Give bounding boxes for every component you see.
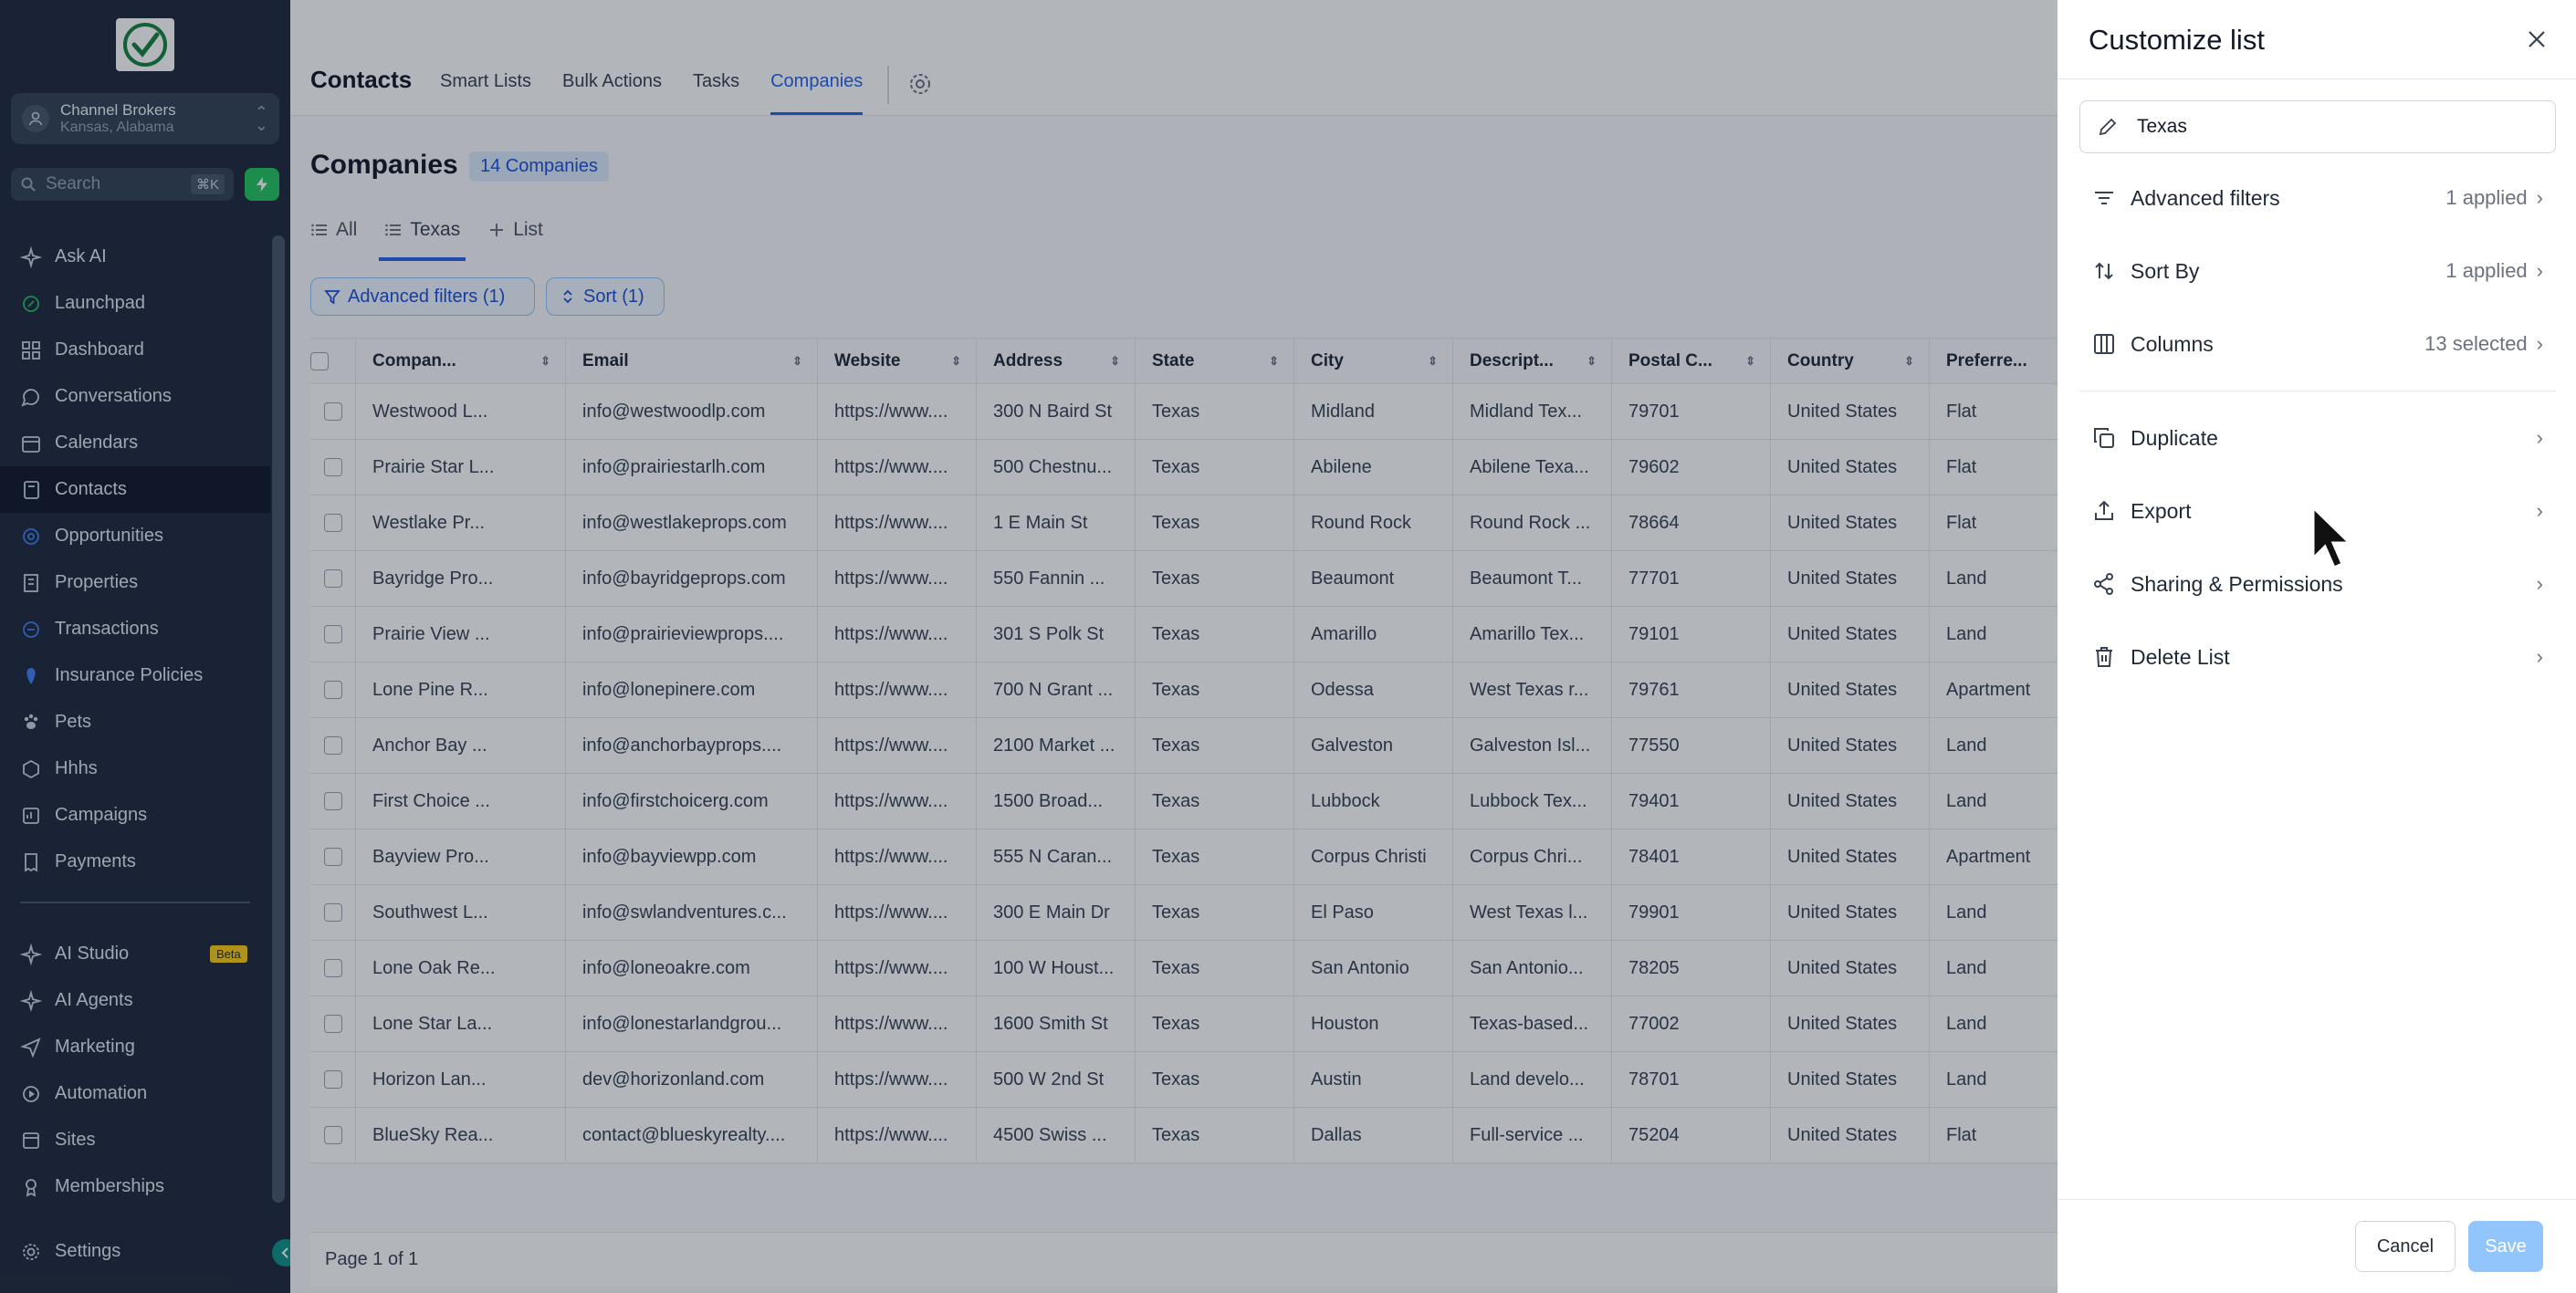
chevron-right-icon: › — [2536, 259, 2543, 282]
sort-arrows-icon — [2095, 262, 2113, 280]
chevron-right-icon: › — [2536, 332, 2543, 355]
chevron-right-icon: › — [2536, 426, 2543, 449]
customize-list-drawer: Customize list Texas Advanced filters 1 … — [2058, 0, 2576, 1293]
close-icon[interactable] — [2523, 26, 2550, 53]
columns-row[interactable]: Columns 13 selected › — [2079, 316, 2556, 372]
pencil-icon — [2099, 118, 2117, 136]
row-label: Columns — [2131, 331, 2214, 356]
row-label: Sharing & Permissions — [2131, 571, 2343, 596]
chevron-right-icon: › — [2536, 572, 2543, 595]
delete-list-row[interactable]: Delete List › — [2079, 629, 2556, 685]
trash-icon — [2096, 647, 2112, 667]
drawer-title: Customize list — [2089, 24, 2265, 56]
divider — [2058, 1199, 2576, 1200]
list-name-value: Texas — [2137, 116, 2187, 137]
export-icon — [2095, 500, 2113, 520]
row-label: Advanced filters — [2131, 185, 2280, 210]
mouse-cursor-icon — [2311, 504, 2353, 569]
columns-icon — [2094, 334, 2114, 354]
filter-lines-icon — [2095, 192, 2113, 204]
chevron-right-icon: › — [2536, 186, 2543, 209]
advanced-filters-row[interactable]: Advanced filters 1 applied › — [2079, 170, 2556, 226]
sort-by-row[interactable]: Sort By 1 applied › — [2079, 243, 2556, 299]
row-label: Duplicate — [2131, 425, 2218, 450]
row-label: Delete List — [2131, 644, 2230, 669]
save-button[interactable]: Save — [2468, 1221, 2543, 1272]
duplicate-row[interactable]: Duplicate › — [2079, 410, 2556, 466]
row-value: 1 applied — [2445, 186, 2528, 209]
divider — [2058, 78, 2576, 79]
row-value: 1 applied — [2445, 259, 2528, 282]
list-name-input[interactable]: Texas — [2079, 100, 2556, 153]
chevron-right-icon: › — [2536, 645, 2543, 668]
modal-overlay[interactable] — [0, 0, 2058, 1293]
cancel-button[interactable]: Cancel — [2355, 1221, 2456, 1272]
chevron-right-icon: › — [2536, 499, 2543, 522]
row-label: Sort By — [2131, 258, 2200, 283]
share-icon — [2094, 573, 2113, 595]
duplicate-icon — [2094, 428, 2114, 448]
row-value: 13 selected — [2424, 332, 2528, 355]
